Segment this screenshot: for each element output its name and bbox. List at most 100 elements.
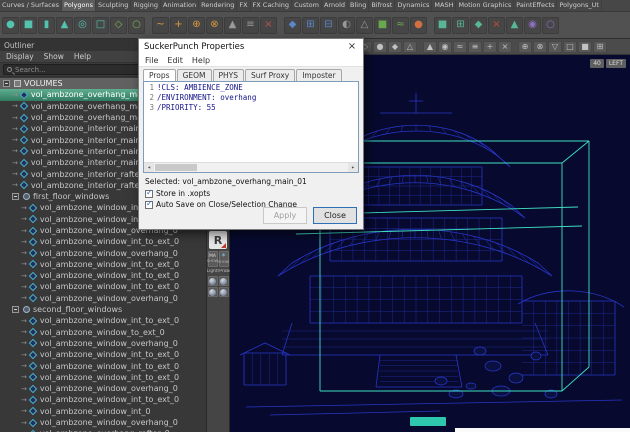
poly-plane-icon[interactable]: □ bbox=[92, 17, 109, 34]
menu-tab-bifrost[interactable]: Bifrost bbox=[369, 0, 395, 11]
poly-cylinder-icon[interactable]: ▮ bbox=[38, 17, 55, 34]
light-probe-sphere-button[interactable] bbox=[208, 287, 218, 297]
menu-tab-fx-caching[interactable]: FX Caching bbox=[251, 0, 293, 11]
quad-draw-icon[interactable]: ⊞ bbox=[302, 17, 319, 34]
outliner-item[interactable]: →vol_ambzone_window_int_to_ext_0 bbox=[0, 349, 206, 360]
outliner-item[interactable]: →vol_ambzone_window_int_to_ext_0 bbox=[0, 281, 206, 292]
checkbox[interactable]: ✓ bbox=[145, 190, 153, 198]
curve-tool-icon[interactable]: ~ bbox=[152, 17, 169, 34]
reduce-mesh-icon[interactable]: △ bbox=[356, 17, 373, 34]
outliner-menu-show[interactable]: Show bbox=[44, 52, 64, 61]
menu-tab-fx[interactable]: FX bbox=[237, 0, 250, 11]
outliner-item[interactable]: →vol_ambzone_window_int_to_ext_0 bbox=[0, 270, 206, 281]
menu-tab-polygons[interactable]: Polygons bbox=[62, 0, 96, 11]
outliner-item[interactable]: →vol_ambzone_window_int_to_ext_0 bbox=[0, 360, 206, 371]
sculpt-smooth-icon[interactable]: ≈ bbox=[392, 17, 409, 34]
outliner-item[interactable]: →vol_ambzone_window_int_to_ext_0 bbox=[0, 315, 206, 326]
menu-tab-animation[interactable]: Animation bbox=[161, 0, 199, 11]
panel-layout-icon[interactable]: ⊞ bbox=[593, 41, 607, 53]
checkbox[interactable]: ✓ bbox=[145, 201, 153, 209]
dialog-tab-phys[interactable]: PHYS bbox=[213, 69, 245, 81]
screen-space-ao-icon[interactable]: ◉ bbox=[438, 41, 452, 53]
horizontal-scrollbar[interactable]: ◂ ▸ bbox=[144, 162, 358, 172]
expand-toggle-icon[interactable] bbox=[3, 80, 10, 87]
scrollbar-track[interactable] bbox=[154, 163, 348, 172]
outliner-item[interactable]: →vol_ambzone_window_overhang_0 bbox=[0, 417, 206, 428]
poly-sphere-icon[interactable]: ● bbox=[2, 17, 19, 34]
light-probe-sphere-button[interactable] bbox=[208, 276, 218, 286]
mash-node-icon[interactable]: ■ bbox=[434, 17, 451, 34]
expand-toggle-icon[interactable] bbox=[12, 193, 19, 200]
outliner-item[interactable]: →vol_ambzone_window_int_0 bbox=[0, 406, 206, 417]
outliner-item[interactable]: →vol_ambzone_window_int_to_ext_0 bbox=[0, 372, 206, 383]
scrollbar-thumb[interactable] bbox=[155, 164, 197, 171]
outliner-item[interactable]: →vol_ambzone_window_int_to_ext_0 bbox=[0, 236, 206, 247]
menu-tab-curves-surfaces[interactable]: Curves / Surfaces bbox=[0, 0, 62, 11]
textured-mode-icon[interactable]: ◆ bbox=[388, 41, 402, 53]
outliner-group-second-floor-windows[interactable]: second_floor_windows bbox=[0, 304, 206, 315]
outliner-menu-help[interactable]: Help bbox=[74, 52, 91, 61]
expand-toggle-icon[interactable] bbox=[12, 306, 19, 313]
menu-tab-painteffects[interactable]: PaintEffects bbox=[514, 0, 557, 11]
edge-loop-icon[interactable]: ≡ bbox=[242, 17, 259, 34]
menu-tab-sculpting[interactable]: Sculpting bbox=[96, 0, 131, 11]
dialog-tab-imposter[interactable]: Imposter bbox=[296, 69, 341, 81]
ma-show-button[interactable]: MA SHOW bbox=[208, 251, 218, 267]
menu-tab-motion-graphics[interactable]: Motion Graphics bbox=[456, 0, 514, 11]
outliner-item[interactable]: →vol_ambzone_window_overhang_0 bbox=[0, 383, 206, 394]
smooth-mesh-icon[interactable]: ◐ bbox=[338, 17, 355, 34]
menu-tab-polygons-ut[interactable]: Polygons_Ut bbox=[557, 0, 601, 11]
menu-tab-arnold[interactable]: Arnold bbox=[322, 0, 348, 11]
menu-tab-dynamics[interactable]: Dynamics bbox=[395, 0, 432, 11]
outliner-item[interactable]: →vol_ambzone_overhang_rafter_0 bbox=[0, 428, 206, 432]
star-show-button[interactable]: * SHOW bbox=[219, 251, 229, 267]
outliner-item[interactable]: →vol_ambzone_window_overhang_0 bbox=[0, 338, 206, 349]
outliner-item[interactable]: →vol_ambzone_window_int_to_ext_0 bbox=[0, 394, 206, 405]
dialog-tab-surf-proxy[interactable]: Surf Proxy bbox=[245, 69, 295, 81]
mash-dynamics-icon[interactable]: ◆ bbox=[470, 17, 487, 34]
motion-blur-icon[interactable]: ≈ bbox=[453, 41, 467, 53]
dialog-titlebar[interactable]: SuckerPunch Properties × bbox=[139, 39, 363, 54]
add-divisions-icon[interactable]: + bbox=[170, 17, 187, 34]
joints-xray-icon[interactable]: ▽ bbox=[548, 41, 562, 53]
combine-mesh-icon[interactable]: ■ bbox=[374, 17, 391, 34]
bifrost-graph-icon[interactable]: ◉ bbox=[524, 17, 541, 34]
outliner-item[interactable]: →vol_ambzone_window_int_to_ext_0 bbox=[0, 259, 206, 270]
poly-cube-icon[interactable]: ■ bbox=[20, 17, 37, 34]
mirror-geometry-icon[interactable]: ◆ bbox=[284, 17, 301, 34]
checkbox-row-store-in-xopts[interactable]: ✓Store in .xopts bbox=[139, 187, 363, 198]
viewport-settings-icon[interactable]: □ bbox=[563, 41, 577, 53]
apply-button[interactable]: Apply bbox=[263, 207, 307, 224]
boolean-difference-icon[interactable]: ⊗ bbox=[206, 17, 223, 34]
dialog-menu-edit[interactable]: Edit bbox=[167, 56, 183, 65]
close-button[interactable]: Close bbox=[313, 207, 357, 224]
scroll-left-icon[interactable]: ◂ bbox=[144, 163, 154, 172]
close-icon[interactable]: × bbox=[341, 39, 363, 54]
shadows-toggle-icon[interactable]: ▲ bbox=[423, 41, 437, 53]
menu-tab-mash[interactable]: MASH bbox=[432, 0, 456, 11]
properties-text-editor[interactable]: 1!CLS: AMBIENCE_ZONE2/ENVIRONMENT: overh… bbox=[143, 81, 359, 173]
render-settings-button[interactable]: R bbox=[209, 231, 227, 249]
mash-repro-icon[interactable]: ⊞ bbox=[452, 17, 469, 34]
dialog-menu-file[interactable]: File bbox=[145, 56, 158, 65]
bifrost-liquid-icon[interactable]: ○ bbox=[542, 17, 559, 34]
delete-history-icon[interactable]: × bbox=[260, 17, 277, 34]
poly-cone-icon[interactable]: ▲ bbox=[56, 17, 73, 34]
outliner-item[interactable]: →vol_ambzone_window_overhang_0 bbox=[0, 247, 206, 258]
scroll-right-icon[interactable]: ▸ bbox=[348, 163, 358, 172]
dialog-menu-help[interactable]: Help bbox=[192, 56, 210, 65]
nurbs-circle-icon[interactable]: ○ bbox=[128, 17, 145, 34]
menu-tab-bling[interactable]: Bling bbox=[348, 0, 369, 11]
xray-mode-icon[interactable]: ⊗ bbox=[533, 41, 547, 53]
light-probe-sphere-button[interactable] bbox=[219, 287, 229, 297]
lighting-all-icon[interactable]: △ bbox=[403, 41, 417, 53]
anti-aliasing-icon[interactable]: ≡ bbox=[468, 41, 482, 53]
isolate-select-icon[interactable]: ⊕ bbox=[518, 41, 532, 53]
boolean-union-icon[interactable]: ⊕ bbox=[188, 17, 205, 34]
extrude-face-icon[interactable]: ▲ bbox=[224, 17, 241, 34]
shaded-mode-icon[interactable]: ● bbox=[373, 41, 387, 53]
poly-torus-icon[interactable]: ◎ bbox=[74, 17, 91, 34]
clear-shelf-icon[interactable]: × bbox=[488, 17, 505, 34]
renderer-menu-icon[interactable]: ■ bbox=[578, 41, 592, 53]
menu-tab-rigging[interactable]: Rigging bbox=[131, 0, 161, 11]
